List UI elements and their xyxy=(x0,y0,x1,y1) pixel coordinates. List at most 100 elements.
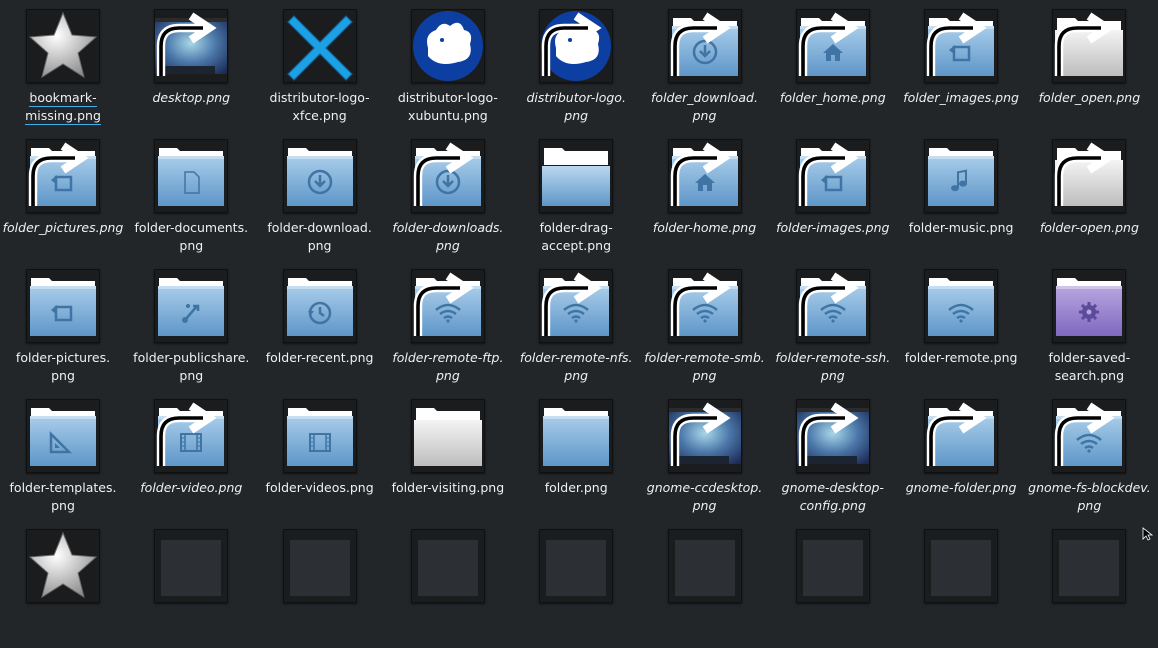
file-icon-item[interactable]: folder-saved-search.png xyxy=(1026,260,1152,388)
file-name-line: png xyxy=(564,368,589,383)
file-icon-item[interactable]: folder-remote-nfs. png xyxy=(513,260,639,388)
file-icon-item[interactable]: distributor-logo-xubuntu.png xyxy=(385,0,511,128)
file-name-line: folder-open.png xyxy=(1039,220,1139,235)
file-icon-item[interactable]: folder-open.png xyxy=(1026,130,1152,258)
file-name-line: png xyxy=(179,368,204,383)
file-icon-item[interactable]: folder-images.png xyxy=(770,130,896,258)
file-icon-item[interactable]: folder-documents. png xyxy=(128,130,254,258)
folder-icon xyxy=(158,278,225,336)
folder-open-icon xyxy=(413,408,482,466)
file-icon-item[interactable] xyxy=(1026,520,1152,648)
file-name-line: accept.png xyxy=(541,238,612,253)
symlink-arrow-icon xyxy=(926,402,987,466)
file-icon-item[interactable]: folder-pictures. png xyxy=(0,260,126,388)
file-name-line: folder-drag- xyxy=(539,220,613,235)
file-icon-item[interactable]: folder-remote-smb. png xyxy=(642,260,768,388)
file-icon-item[interactable]: folder-music.png xyxy=(898,130,1024,258)
symlink-arrow-icon xyxy=(1055,142,1115,206)
file-icon-item[interactable] xyxy=(128,520,254,648)
folder-purple-icon xyxy=(1056,278,1123,336)
file-icon-item[interactable]: folder-drag-accept.png xyxy=(513,130,639,258)
file-thumbnail xyxy=(795,529,870,603)
file-icon-item[interactable] xyxy=(385,520,511,648)
file-icon-item[interactable]: distributor-logo. png xyxy=(513,0,639,128)
file-icon-item[interactable]: folder-remote-ssh. png xyxy=(770,260,896,388)
file-name-label: folder-visiting.png xyxy=(385,479,511,497)
file-name-line: folder-remote-ftp. xyxy=(392,350,504,365)
file-name-line: folder_home.png xyxy=(779,90,886,105)
file-icon-item[interactable] xyxy=(642,520,768,648)
file-icon-item[interactable]: gnome-fs-blockdev. png xyxy=(1026,390,1152,518)
file-thumbnail xyxy=(282,399,357,473)
file-icon-item[interactable]: folder-home.png xyxy=(642,130,768,258)
file-thumbnail xyxy=(410,399,485,473)
file-icon-item[interactable]: gnome-desktop-config.png xyxy=(770,390,896,518)
file-icon-item[interactable] xyxy=(770,520,896,648)
file-name-line: png xyxy=(1077,498,1102,513)
file-name-line: png xyxy=(179,238,204,253)
symlink-arrow-icon xyxy=(413,142,474,206)
file-thumbnail xyxy=(26,139,100,213)
file-name-line: folder-publicshare. xyxy=(133,350,250,365)
file-name-line: png xyxy=(692,498,717,513)
folder-icon xyxy=(286,408,353,466)
file-icon-item[interactable]: gnome-folder.png xyxy=(898,390,1024,518)
star-icon xyxy=(28,531,98,599)
file-icon-item[interactable]: folder_download. png xyxy=(642,0,768,128)
file-icon-item[interactable] xyxy=(0,520,126,648)
file-icon-item[interactable]: gnome-ccdesktop. png xyxy=(642,390,768,518)
file-name-line: xfce.png xyxy=(292,108,347,123)
file-thumbnail xyxy=(667,399,742,473)
file-name-label: folder-video.png xyxy=(128,479,254,497)
file-icon-item[interactable]: folder-remote.png xyxy=(898,260,1024,388)
file-icon-item[interactable]: folder_open.png xyxy=(1026,0,1152,128)
file-thumbnail xyxy=(410,139,485,213)
file-thumbnail xyxy=(1052,269,1127,343)
file-icon-item[interactable]: desktop.png xyxy=(128,0,254,128)
file-icon-item[interactable]: folder.png xyxy=(513,390,639,518)
symlink-arrow-icon xyxy=(1055,12,1115,76)
file-icon-item[interactable]: bookmark-missing.png xyxy=(0,0,126,128)
file-icon-item[interactable]: folder-remote-ftp. png xyxy=(385,260,511,388)
file-name-line: gnome-ccdesktop. xyxy=(646,480,763,495)
file-thumbnail xyxy=(924,399,999,473)
folder-plain-icon xyxy=(543,408,610,466)
file-name-line: gnome-folder.png xyxy=(905,480,1017,495)
file-icon-item[interactable] xyxy=(898,520,1024,648)
file-name-line: search.png xyxy=(1054,368,1125,383)
file-icon-item[interactable] xyxy=(513,520,639,648)
file-thumbnail xyxy=(154,139,229,213)
file-icon-item[interactable]: folder-download. png xyxy=(257,130,383,258)
file-name-label: folder_download. png xyxy=(642,89,768,125)
file-thumbnail xyxy=(795,269,870,343)
file-icon-item[interactable]: folder-video.png xyxy=(128,390,254,518)
file-icon-item[interactable]: folder-recent.png xyxy=(257,260,383,388)
file-name-line: folder-recent.png xyxy=(265,350,374,365)
file-icon-item[interactable]: folder-visiting.png xyxy=(385,390,511,518)
file-icon-item[interactable]: distributor-logo-xfce.png xyxy=(257,0,383,128)
file-icon-item[interactable]: folder_pictures.png xyxy=(0,130,126,258)
xubuntu-icon xyxy=(412,11,483,81)
file-thumbnail xyxy=(1052,399,1127,473)
file-thumbnail xyxy=(26,9,100,83)
symlink-arrow-icon xyxy=(670,272,731,336)
file-icon-item[interactable]: folder-downloads. png xyxy=(385,130,511,258)
file-icon-item[interactable]: folder_images.png xyxy=(898,0,1024,128)
file-name-line: png xyxy=(692,368,717,383)
file-name-label: folder_images.png xyxy=(898,89,1024,107)
file-name-line: folder-remote-ssh. xyxy=(775,350,891,365)
dark-icon xyxy=(1059,540,1120,596)
file-icon-item[interactable]: folder_home.png xyxy=(770,0,896,128)
file-name-label: folder-images.png xyxy=(770,219,896,237)
symlink-arrow-icon xyxy=(28,142,89,206)
file-icon-item[interactable] xyxy=(257,520,383,648)
file-icon-item[interactable]: folder-videos.png xyxy=(257,390,383,518)
file-name-line: folder-visiting.png xyxy=(391,480,505,495)
file-thumbnail xyxy=(154,269,229,343)
symlink-arrow-icon xyxy=(670,142,731,206)
file-name-line: distributor-logo- xyxy=(397,90,498,105)
file-icon-item[interactable]: folder-templates. png xyxy=(0,390,126,518)
file-name-label: folder-templates. png xyxy=(0,479,126,515)
file-icon-item[interactable]: folder-publicshare. png xyxy=(128,260,254,388)
symlink-arrow-icon xyxy=(670,402,731,466)
